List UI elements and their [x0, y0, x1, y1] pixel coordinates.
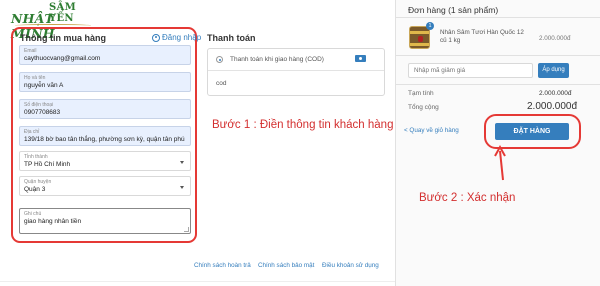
thumb-stripe: [410, 31, 429, 34]
note-value: giao hàng nhân tiền: [24, 218, 82, 225]
cod-label: Thanh toán khi giao hàng (COD): [230, 56, 324, 63]
policy-privacy-link[interactable]: Chính sách bảo mật: [258, 262, 314, 269]
phone-value: 0907708683: [24, 109, 61, 116]
district-select[interactable]: Quận huyện Quận 3: [19, 176, 191, 196]
payment-title: Thanh toán: [207, 33, 256, 43]
email-label: Email: [24, 48, 37, 54]
thumb-stripe: [410, 43, 429, 46]
divider: [396, 84, 600, 85]
payment-option-cod[interactable]: Thanh toán khi giao hàng (COD): [208, 49, 384, 71]
cod-description: cod: [216, 80, 227, 87]
brand-logo[interactable]: SÂM YẾN NHẬT MINH: [11, 2, 95, 41]
thumb-emblem: [418, 36, 423, 42]
phone-label: Số điện thoại: [24, 102, 54, 108]
address-field[interactable]: Địa chỉ 139/18 bờ bao tân thắng, phường …: [19, 126, 191, 146]
email-field[interactable]: Email caythuocvang@gmail.com: [19, 45, 191, 65]
apply-coupon-button[interactable]: Áp dụng: [538, 63, 569, 78]
policy-return-link[interactable]: Chính sách hoàn trả: [194, 262, 251, 269]
coupon-input[interactable]: [408, 63, 533, 78]
name-label: Họ và tên: [24, 75, 46, 81]
login-link[interactable]: Đăng nhập: [152, 33, 201, 42]
divider: [396, 17, 600, 18]
province-label: Tỉnh thành: [24, 154, 48, 160]
product-price: 2.000.000đ: [539, 35, 571, 42]
step2-annotation: Bước 2 : Xác nhận: [419, 192, 516, 204]
address-label: Địa chỉ: [24, 129, 40, 135]
province-value: TP Hồ Chí Minh: [24, 161, 71, 168]
login-link-label: Đăng nhập: [162, 33, 202, 42]
district-value: Quận 3: [24, 186, 46, 193]
cod-radio[interactable]: [216, 56, 223, 63]
back-to-cart-link[interactable]: < Quay về giỏ hàng: [404, 127, 459, 134]
subtotal-value: 2.000.000đ: [539, 90, 572, 97]
chevron-down-icon: [180, 161, 184, 164]
name-field[interactable]: Họ và tên nguyễn văn A: [19, 72, 191, 92]
order-button-highlight: [484, 114, 581, 149]
divider: [396, 55, 600, 56]
cash-icon: [355, 55, 366, 62]
total-value: 2.000.000đ: [527, 101, 578, 112]
district-label: Quận huyện: [24, 179, 52, 185]
product-thumbnail: [409, 26, 430, 49]
footer-divider: [0, 281, 395, 282]
product-name: Nhân Sâm Tươi Hàn Quốc 12 củ 1 kg: [440, 29, 524, 44]
order-title: Đơn hàng (1 sản phẩm): [408, 5, 499, 15]
customer-info-title: Thông tin mua hàng: [20, 33, 106, 43]
phone-field[interactable]: Số điện thoại 0907708683: [19, 99, 191, 119]
chevron-down-icon: [180, 186, 184, 189]
user-icon: [152, 33, 160, 42]
note-textarea[interactable]: Ghi chú giao hàng nhân tiền: [19, 208, 191, 234]
payment-options: Thanh toán khi giao hàng (COD) cod: [207, 48, 385, 96]
quantity-badge: 1: [426, 22, 434, 30]
province-select[interactable]: Tỉnh thành TP Hồ Chí Minh: [19, 151, 191, 171]
subtotal-label: Tạm tính: [408, 90, 434, 97]
email-value: caythuocvang@gmail.com: [24, 55, 101, 62]
resize-handle-icon[interactable]: [184, 227, 189, 232]
step1-annotation: Bước 1 : Điền thông tin khách hàng: [212, 119, 394, 131]
policy-terms-link[interactable]: Điều khoản sử dụng: [322, 262, 379, 269]
name-value: nguyễn văn A: [24, 82, 64, 89]
total-label: Tổng cộng: [408, 104, 439, 111]
address-value: 139/18 bờ bao tân thắng, phường sơn kỳ, …: [24, 136, 185, 143]
note-label: Ghi chú: [24, 211, 42, 217]
